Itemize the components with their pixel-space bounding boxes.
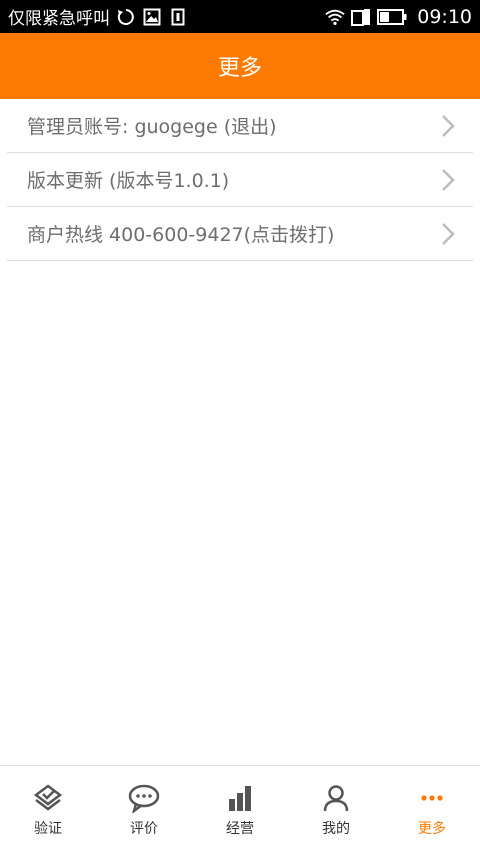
battery-icon xyxy=(377,7,407,27)
menu-item-version-update[interactable]: 版本更新 (版本号1.0.1) xyxy=(7,153,473,207)
title-bar: 更多 xyxy=(0,33,480,99)
chevron-right-icon xyxy=(441,168,455,192)
tab-comment[interactable]: 评价 xyxy=(96,766,192,854)
tab-label: 我的 xyxy=(322,821,350,837)
tab-verify[interactable]: 验证 xyxy=(0,766,96,854)
user-icon xyxy=(320,782,352,814)
more-dots-icon xyxy=(416,782,448,814)
status-bar: 仅限紧急呼叫 09:10 xyxy=(0,0,480,33)
tab-mine[interactable]: 我的 xyxy=(288,766,384,854)
status-left: 仅限紧急呼叫 xyxy=(8,4,188,29)
tab-business[interactable]: 经营 xyxy=(192,766,288,854)
chevron-right-icon xyxy=(441,222,455,246)
chevron-right-icon xyxy=(441,114,455,138)
status-right: 09:10 xyxy=(325,6,472,28)
tab-label: 评价 xyxy=(130,821,158,837)
comment-icon xyxy=(128,782,160,814)
menu-item-admin-account[interactable]: 管理员账号: guogege (退出) xyxy=(7,99,473,153)
signal-icon xyxy=(351,7,371,27)
status-time: 09:10 xyxy=(417,5,472,28)
bottom-tab-bar: 验证 评价 经营 我的 更多 xyxy=(0,765,480,854)
tab-more[interactable]: 更多 xyxy=(384,766,480,854)
carrier-text: 仅限紧急呼叫 xyxy=(8,9,110,29)
page-title: 更多 xyxy=(217,56,262,81)
bar-chart-icon xyxy=(224,782,256,814)
image-icon xyxy=(142,7,162,27)
menu-item-merchant-hotline[interactable]: 商户热线 400-600-9427(点击拨打) xyxy=(7,207,473,261)
menu-item-label: 管理员账号: guogege (退出) xyxy=(27,116,277,138)
sim-icon xyxy=(168,7,188,27)
menu-item-label: 版本更新 (版本号1.0.1) xyxy=(27,170,230,192)
wifi-icon xyxy=(325,7,345,27)
tab-label: 经营 xyxy=(226,821,254,837)
verify-icon xyxy=(32,782,64,814)
tab-label: 更多 xyxy=(418,821,446,837)
menu-item-label: 商户热线 400-600-9427(点击拨打) xyxy=(27,224,335,246)
menu-list: 管理员账号: guogege (退出) 版本更新 (版本号1.0.1) 商户热线… xyxy=(7,99,473,261)
sync-icon xyxy=(116,7,136,27)
tab-label: 验证 xyxy=(34,821,62,837)
app-screen: 仅限紧急呼叫 09:10 更多 管理员账号: guogege (退出) 版本更新… xyxy=(0,0,480,854)
